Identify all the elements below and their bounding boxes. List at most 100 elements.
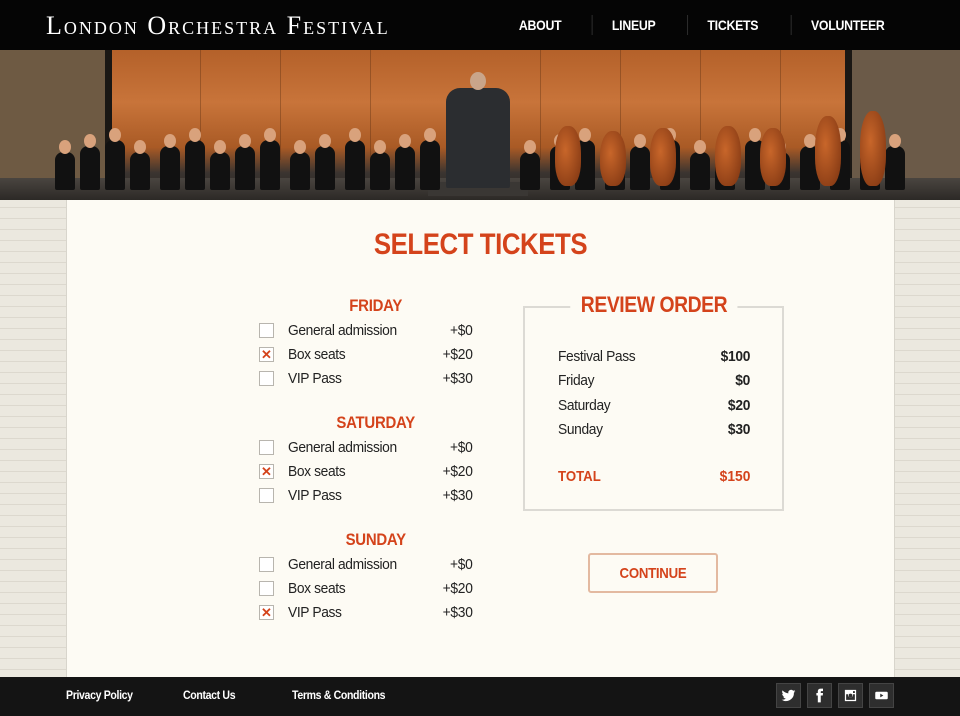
ticket-option[interactable]: General admission +$0	[257, 318, 475, 342]
twitter-button[interactable]	[776, 683, 801, 708]
youtube-button[interactable]	[869, 683, 894, 708]
instagram-button[interactable]	[838, 683, 863, 708]
nav-lineup[interactable]: LINEUP	[591, 15, 675, 35]
checkbox[interactable]	[259, 580, 274, 596]
youtube-icon	[875, 691, 888, 700]
stage-panel-line	[540, 50, 541, 160]
review-row-value: $30	[727, 421, 750, 439]
stage-panel-line	[280, 50, 281, 160]
ticket-option[interactable]: General admission +$0	[257, 552, 475, 576]
option-label: Box seats	[288, 462, 346, 480]
checkbox-checked[interactable]	[259, 604, 274, 621]
musician-figure	[260, 140, 280, 190]
musician-head	[264, 128, 276, 142]
ticket-content-panel: SELECT TICKETS FRIDAY General admission …	[66, 200, 895, 677]
checkbox-checked[interactable]	[259, 346, 274, 363]
checkbox[interactable]	[259, 556, 274, 572]
musician-head	[109, 128, 121, 142]
ticket-option[interactable]: VIP Pass +$30	[257, 600, 475, 624]
musician-head	[374, 140, 386, 154]
day-group-saturday: SATURDAY General admission +$0 Box seats…	[257, 411, 475, 507]
ticket-option[interactable]: Box seats +$20	[257, 576, 475, 600]
footer: Privacy Policy Contact Us Terms & Condit…	[0, 677, 960, 716]
musician-head	[349, 128, 361, 142]
continue-button-label: CONTINUE	[619, 564, 687, 582]
option-price: +$30	[443, 603, 473, 621]
option-label: General admission	[288, 555, 397, 573]
instagram-icon	[844, 689, 857, 702]
musician-head	[84, 134, 96, 148]
musician-head	[189, 128, 201, 142]
musician-figure	[235, 146, 255, 190]
musician-head	[634, 134, 646, 148]
total-label: TOTAL	[558, 468, 601, 485]
ticket-option[interactable]: Box seats +$20	[257, 459, 475, 483]
musician-head	[889, 134, 901, 148]
review-row-label: Festival Pass	[558, 347, 636, 365]
musician-head	[319, 134, 331, 148]
option-price: +$20	[443, 579, 473, 597]
checkbox[interactable]	[259, 322, 274, 338]
review-order-box: REVIEW ORDER Festival Pass $100 Friday $…	[523, 291, 784, 511]
review-row-label: Sunday	[558, 421, 603, 439]
musician-head	[399, 134, 411, 148]
option-label: Box seats	[288, 579, 346, 597]
review-row: Festival Pass $100	[558, 344, 750, 369]
nav-tickets[interactable]: TICKETS	[686, 15, 777, 35]
cello-instrument	[815, 116, 841, 186]
musician-figure	[130, 152, 150, 190]
twitter-icon	[781, 689, 796, 702]
option-price: +$20	[443, 462, 473, 480]
musician-head	[239, 134, 251, 148]
musician-head	[214, 140, 226, 154]
musician-figure	[370, 152, 390, 190]
checkbox[interactable]	[259, 370, 274, 386]
cello-instrument	[650, 128, 676, 186]
nav-volunteer[interactable]: VOLUNTEER	[791, 15, 904, 35]
checkbox[interactable]	[259, 487, 274, 503]
option-price: +$0	[450, 555, 473, 573]
footer-link-contact-us[interactable]: Contact Us	[183, 688, 236, 702]
top-navigation-bar: London Orchestra Festival ABOUT LINEUP T…	[0, 0, 960, 50]
continue-button[interactable]: CONTINUE	[588, 553, 718, 593]
ticket-option[interactable]: General admission +$0	[257, 435, 475, 459]
footer-link-terms-conditions[interactable]: Terms & Conditions	[292, 688, 386, 702]
musician-head	[134, 140, 146, 154]
total-row: TOTAL $150	[558, 468, 750, 485]
footer-link-privacy-policy[interactable]: Privacy Policy	[66, 688, 133, 702]
ticket-option[interactable]: Box seats +$20	[257, 342, 475, 366]
musician-head	[294, 140, 306, 154]
nav-about[interactable]: ABOUT	[499, 15, 580, 35]
ticket-option[interactable]: VIP Pass +$30	[257, 483, 475, 507]
review-row-value: $0	[735, 372, 750, 390]
site-logo[interactable]: London Orchestra Festival	[46, 12, 390, 40]
review-row: Friday $0	[558, 369, 750, 394]
day-group-friday: FRIDAY General admission +$0 Box seats +…	[257, 294, 475, 390]
page-title: SELECT TICKETS	[373, 228, 588, 261]
option-label: General admission	[288, 438, 397, 456]
option-label: General admission	[288, 321, 397, 339]
musician-head	[524, 140, 536, 154]
musician-head	[749, 128, 761, 142]
musician-figure	[55, 152, 75, 190]
review-row: Sunday $30	[558, 418, 750, 443]
musician-figure	[105, 140, 125, 190]
day-group-sunday: SUNDAY General admission +$0 Box seats +…	[257, 528, 475, 624]
facebook-button[interactable]	[807, 683, 832, 708]
musician-figure	[160, 146, 180, 190]
option-label: Box seats	[288, 345, 346, 363]
day-title: FRIDAY	[349, 296, 403, 315]
musician-figure	[885, 146, 905, 190]
musician-head	[164, 134, 176, 148]
musician-figure	[315, 146, 335, 190]
checkbox-checked[interactable]	[259, 463, 274, 480]
review-row: Saturday $20	[558, 393, 750, 418]
option-price: +$30	[443, 486, 473, 504]
musician-figure	[185, 140, 205, 190]
option-label: VIP Pass	[288, 486, 342, 504]
checkbox[interactable]	[259, 439, 274, 455]
cello-instrument	[555, 126, 581, 186]
ticket-option[interactable]: VIP Pass +$30	[257, 366, 475, 390]
musician-head	[694, 140, 706, 154]
musician-figure	[80, 146, 100, 190]
